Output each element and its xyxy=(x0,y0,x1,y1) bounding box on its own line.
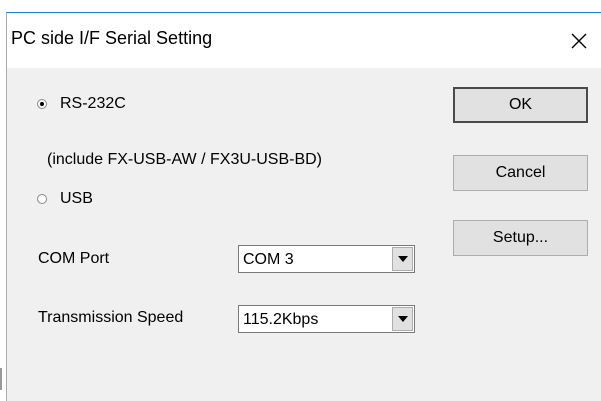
radio-checked-indicator xyxy=(37,99,47,109)
serial-setting-dialog: PC side I/F Serial Setting RS-232C (incl… xyxy=(6,12,601,401)
rs232c-note: (include FX-USB-AW / FX3U-USB-BD) xyxy=(47,151,322,168)
transmission-speed-dropdown-button[interactable] xyxy=(392,307,413,331)
com-port-value: COM 3 xyxy=(243,251,294,268)
com-port-select[interactable]: COM 3 xyxy=(238,245,415,273)
chevron-down-icon xyxy=(397,316,408,322)
background-window-edge xyxy=(0,368,2,390)
ok-button[interactable]: OK xyxy=(453,87,588,123)
chevron-down-icon xyxy=(397,256,408,262)
radio-unchecked-indicator xyxy=(37,194,47,204)
dialog-title: PC side I/F Serial Setting xyxy=(11,28,213,48)
rs232c-radio[interactable]: RS-232C xyxy=(37,95,126,113)
com-port-label: COM Port xyxy=(38,250,110,267)
usb-label: USB xyxy=(60,190,93,207)
background-left-strip xyxy=(0,0,4,401)
title-bar: PC side I/F Serial Setting xyxy=(7,13,601,68)
close-icon xyxy=(571,33,587,48)
transmission-speed-value: 115.2Kbps xyxy=(243,311,319,328)
rs232c-label: RS-232C xyxy=(60,95,126,112)
setup-button[interactable]: Setup... xyxy=(453,220,588,256)
com-port-dropdown-button[interactable] xyxy=(392,247,413,271)
transmission-speed-label: Transmission Speed xyxy=(38,309,184,326)
close-button[interactable] xyxy=(557,13,601,68)
cancel-button[interactable]: Cancel xyxy=(453,155,588,191)
transmission-speed-select[interactable]: 115.2Kbps xyxy=(238,305,415,333)
usb-radio[interactable]: USB xyxy=(37,190,93,208)
